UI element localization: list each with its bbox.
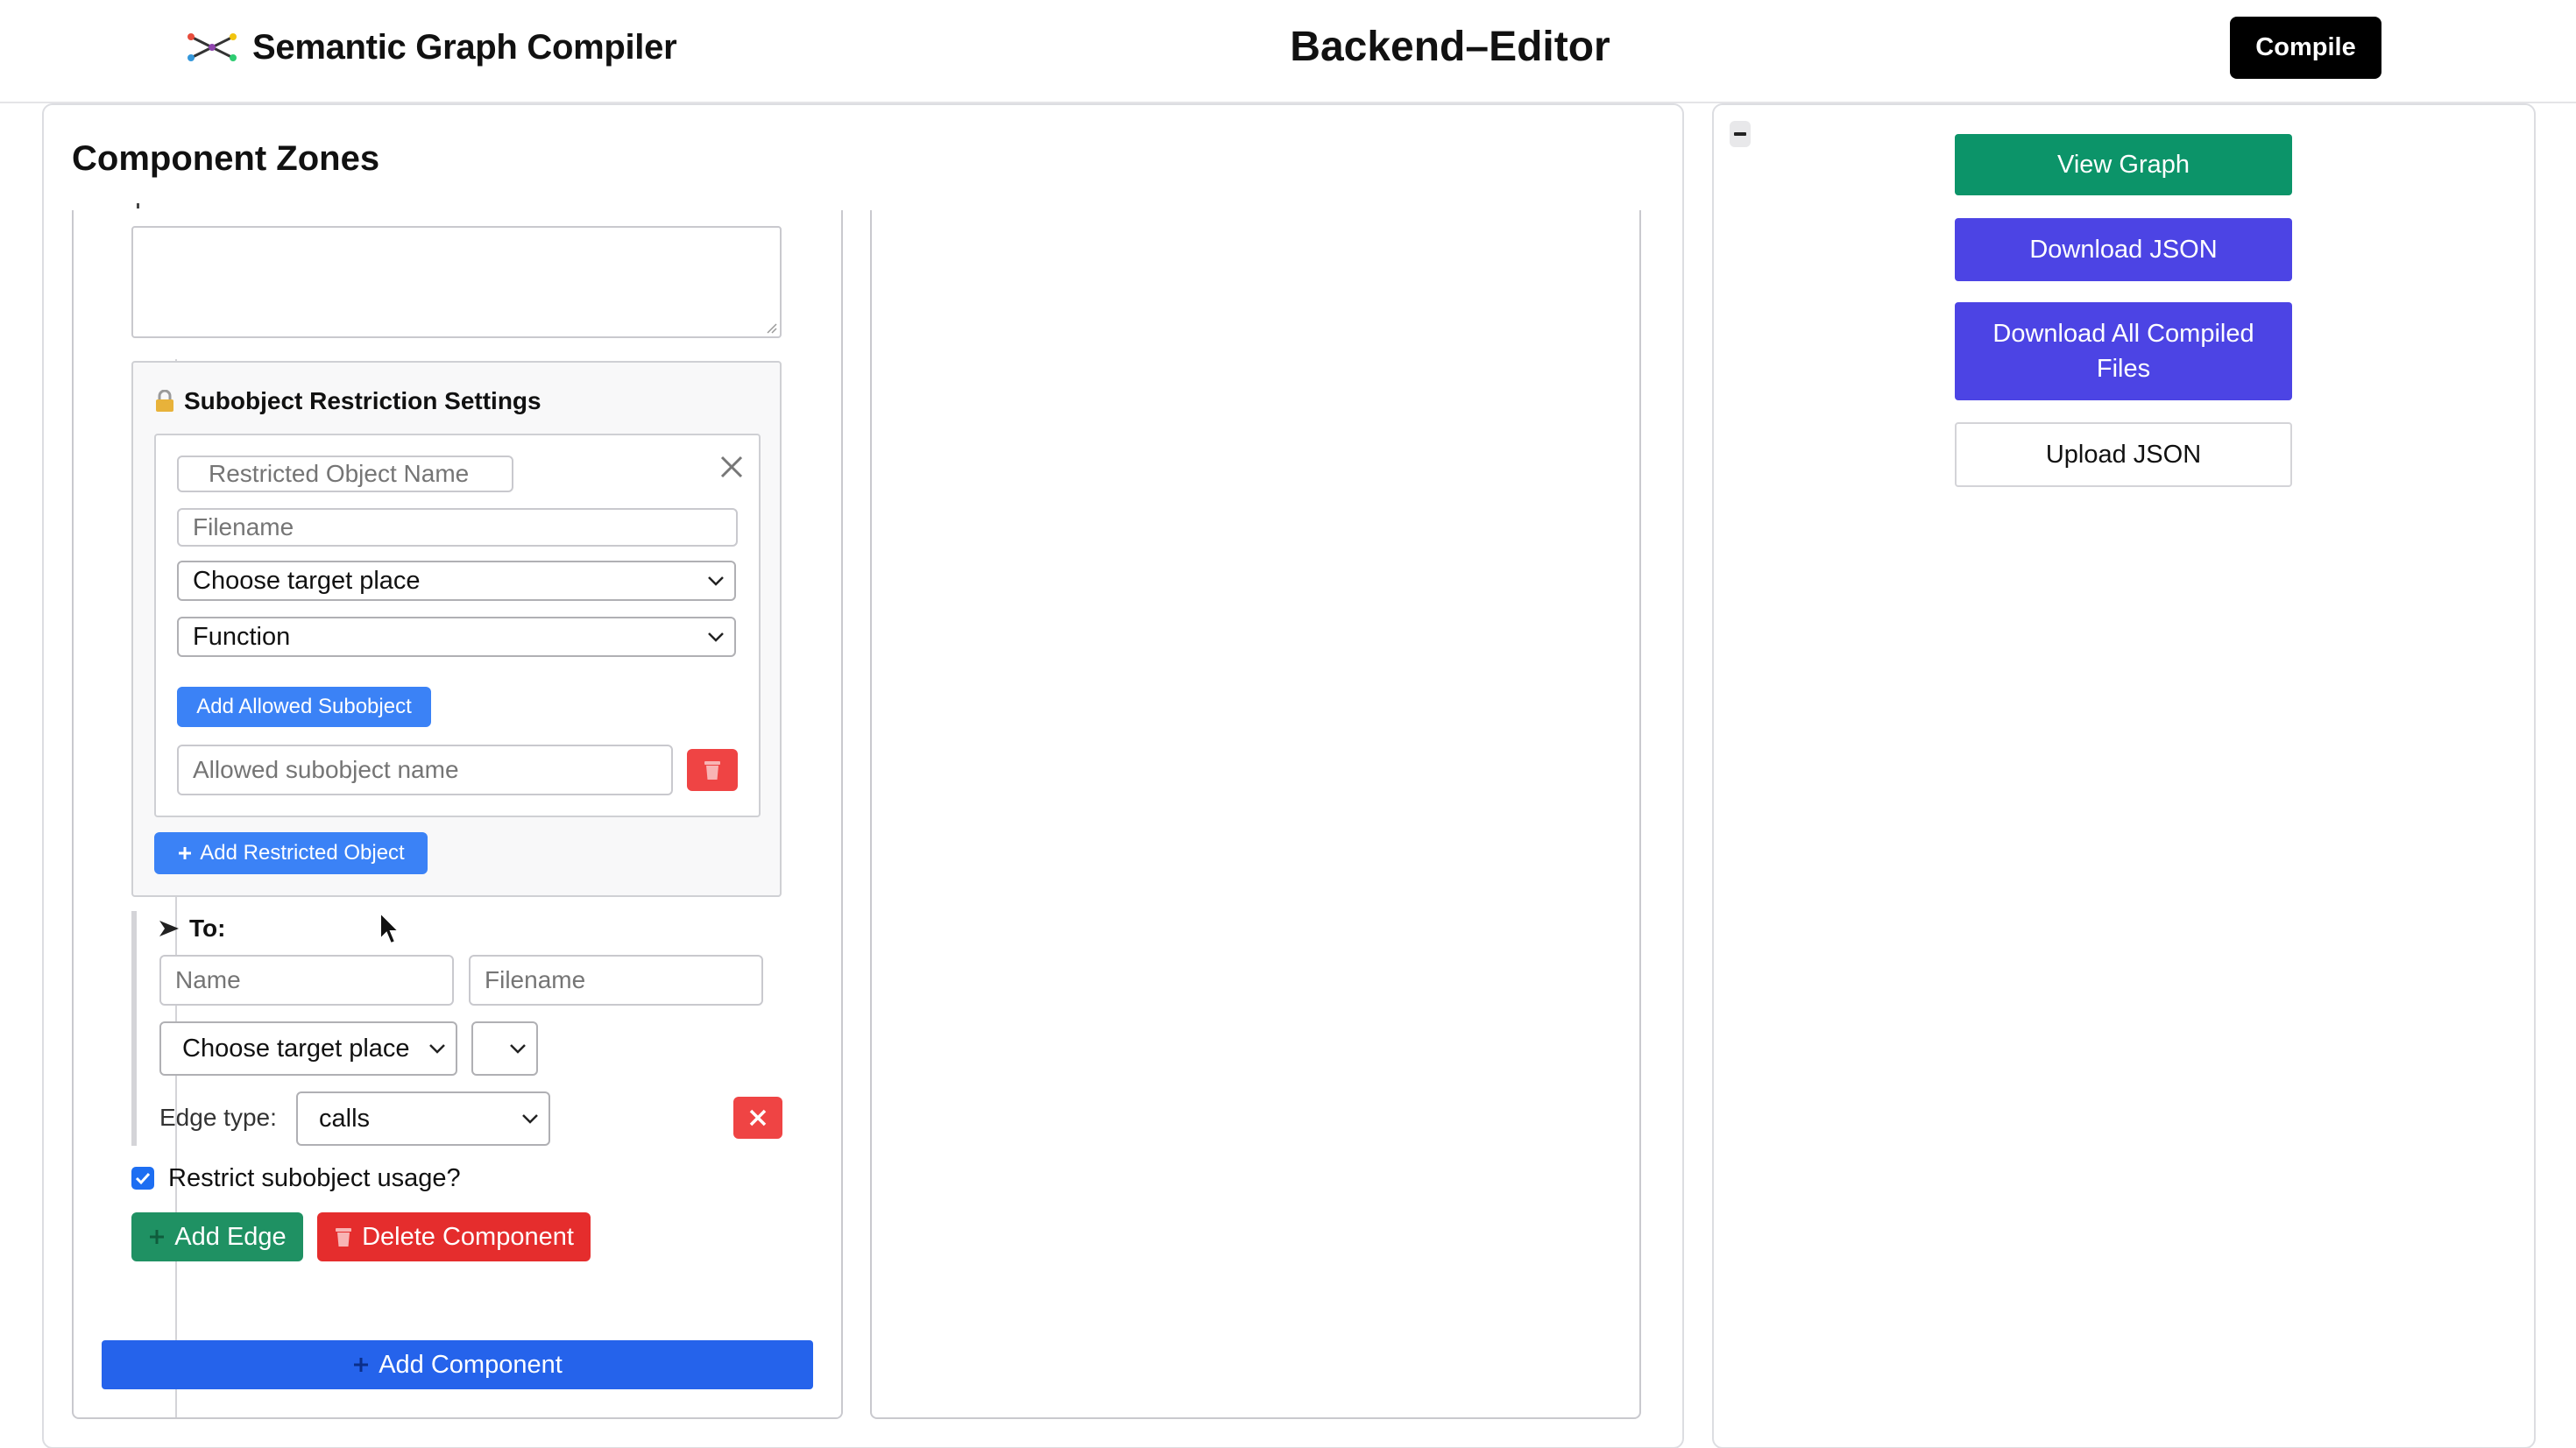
add-component-button[interactable]: Add Component [102, 1340, 813, 1389]
trash-icon [336, 1228, 352, 1247]
textarea-label-fragment [131, 201, 149, 208]
add-edge-label: Add Edge [174, 1222, 287, 1251]
upload-json-button[interactable]: Upload JSON [1955, 422, 2292, 487]
allowed-subobject-input[interactable] [177, 745, 673, 795]
restriction-settings-title: Subobject Restriction Settings [154, 385, 541, 417]
lock-icon [156, 390, 173, 412]
resize-grip-icon[interactable] [764, 321, 778, 335]
page-title: Backend–Editor [1290, 24, 1610, 70]
top-header: Semantic Graph Compiler Backend–Editor C… [0, 0, 2576, 103]
mouse-cursor-icon [379, 911, 401, 945]
plus-icon [150, 1230, 165, 1244]
zones-title: Component Zones [72, 139, 380, 178]
restrict-subobject-label: Restrict subobject usage? [168, 1164, 461, 1192]
minus-icon [1734, 132, 1746, 136]
delete-allowed-button[interactable] [687, 749, 738, 791]
restrict-subobject-checkbox[interactable] [131, 1167, 154, 1190]
edge-type-label: Edge type: [159, 1104, 277, 1131]
restricted-filename-input[interactable] [177, 508, 738, 547]
remove-edge-button[interactable] [733, 1097, 782, 1139]
delete-component-button[interactable]: Delete Component [317, 1212, 591, 1261]
restricted-type-select[interactable]: Function [177, 617, 736, 657]
chevron-down-icon [708, 632, 724, 642]
add-edge-button[interactable]: Add Edge [131, 1212, 303, 1261]
chevron-down-icon [522, 1114, 538, 1124]
edge-type-select[interactable]: calls [296, 1091, 550, 1146]
add-component-label: Add Component [379, 1350, 563, 1379]
to-name-input[interactable] [159, 955, 454, 1006]
to-target-select-value: Choose target place [182, 1034, 410, 1063]
collapse-panel-button[interactable] [1730, 121, 1751, 147]
to-filename-input[interactable] [469, 955, 763, 1006]
to-section-border [131, 911, 137, 1146]
plus-icon [179, 847, 192, 859]
arrow-right-icon [159, 921, 179, 936]
chevron-down-icon [510, 1044, 526, 1054]
to-label-text: To: [189, 915, 226, 942]
plus-icon [354, 1358, 369, 1372]
view-graph-button[interactable]: View Graph [1955, 134, 2292, 195]
trash-icon [704, 761, 720, 780]
add-restricted-object-button[interactable]: Add Restricted Object [154, 832, 428, 874]
chevron-down-icon [429, 1044, 445, 1054]
restricted-object-name-input[interactable] [177, 456, 513, 492]
add-allowed-subobject-button[interactable]: Add Allowed Subobject [177, 687, 431, 727]
restricted-target-select[interactable]: Choose target place [177, 561, 736, 601]
restricted-target-select-value: Choose target place [193, 566, 421, 595]
to-target-select[interactable]: Choose target place [159, 1021, 457, 1076]
add-restricted-object-label: Add Restricted Object [200, 841, 405, 865]
restricted-type-select-value: Function [193, 622, 291, 651]
add-allowed-subobject-label: Add Allowed Subobject [196, 695, 412, 718]
checkmark-icon [135, 1172, 151, 1185]
to-extra-select[interactable] [471, 1021, 538, 1076]
restriction-title-text: Subobject Restriction Settings [184, 387, 541, 414]
close-icon [749, 1109, 767, 1127]
zone-column-right[interactable] [870, 210, 1641, 1419]
edge-type-select-value: calls [319, 1104, 371, 1133]
chevron-down-icon [708, 576, 724, 586]
download-all-compiled-button[interactable]: Download All Compiled Files [1955, 302, 2292, 400]
to-label: To: [158, 913, 225, 944]
compile-button[interactable]: Compile [2230, 17, 2381, 79]
delete-component-label: Delete Component [362, 1222, 574, 1251]
description-textarea[interactable] [131, 226, 782, 338]
close-icon[interactable] [718, 454, 745, 480]
download-json-button[interactable]: Download JSON [1955, 218, 2292, 281]
